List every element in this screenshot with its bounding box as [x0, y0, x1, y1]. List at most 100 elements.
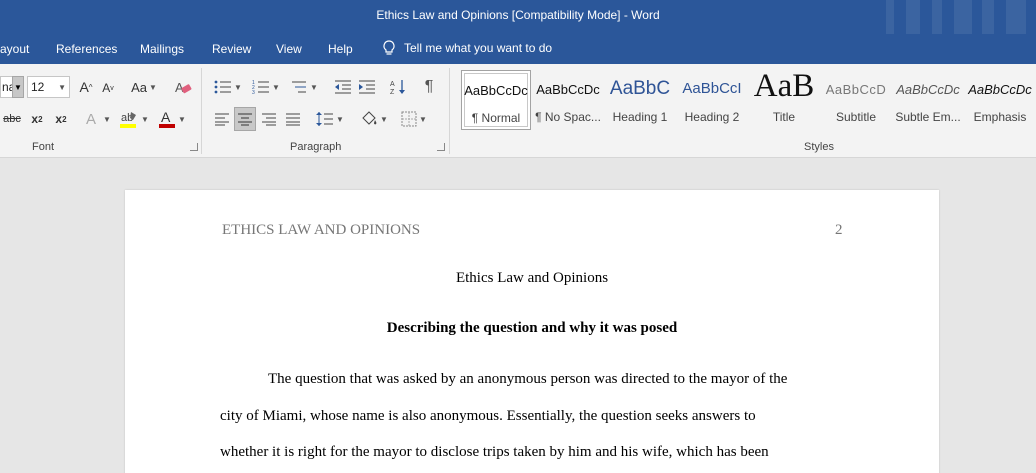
justify-button[interactable]: [283, 108, 303, 130]
chevron-down-icon: ▼: [310, 82, 318, 92]
align-right-button[interactable]: [259, 108, 279, 130]
chevron-down-icon: ▼: [14, 82, 22, 92]
subscript-button[interactable]: x2: [28, 108, 46, 130]
title-bar-pattern: [876, 0, 1036, 34]
subscript-icon: x: [31, 112, 39, 126]
superscript-button[interactable]: x2: [52, 108, 70, 130]
line-spacing-button[interactable]: ▼: [314, 108, 346, 130]
style-label: ¶ Normal: [471, 111, 521, 125]
tell-me-box[interactable]: Tell me what you want to do: [382, 40, 552, 56]
chevron-down-icon: ▼: [148, 82, 157, 92]
group-divider: [449, 68, 450, 154]
show-formatting-button[interactable]: ¶: [420, 76, 438, 98]
text-effects-button[interactable]: A: [80, 108, 102, 130]
shrink-font-icon: A: [102, 81, 111, 95]
page-number: 2: [835, 222, 843, 238]
tab-view[interactable]: View: [276, 42, 302, 56]
line-spacing-icon: [316, 112, 334, 126]
style-normal[interactable]: AaBbCcDc ¶ Normal: [461, 70, 531, 130]
paragraph-group-label: Paragraph: [290, 141, 342, 153]
tell-me-text: Tell me what you want to do: [404, 41, 553, 55]
tab-review[interactable]: Review: [212, 42, 251, 56]
multilevel-list-icon: [292, 81, 307, 93]
paragraph-dialog-launcher[interactable]: [437, 143, 445, 151]
svg-text:A: A: [390, 81, 395, 88]
borders-button[interactable]: ▼: [398, 108, 430, 130]
increase-indent-button[interactable]: [357, 76, 377, 98]
strikethrough-button[interactable]: abc: [0, 108, 24, 130]
style-title[interactable]: AaB Title: [749, 68, 819, 130]
bullet-list-icon: [214, 80, 232, 94]
multilevel-list-button[interactable]: ▼: [288, 76, 320, 98]
document-page[interactable]: ETHICS LAW AND OPINIONS 2 Ethics Law and…: [125, 190, 939, 473]
style-preview: AaBbCcDc: [464, 83, 528, 98]
paragraph-line: whether it is right for the mayor to dis…: [220, 444, 769, 460]
section-heading: Describing the question and why it was p…: [386, 320, 678, 336]
grow-font-icon: A: [79, 79, 89, 95]
highlighter-icon: ab: [120, 112, 137, 128]
style-no-spacing[interactable]: AaBbCcDc ¶ No Spac...: [533, 70, 603, 130]
sort-button[interactable]: A Z: [388, 76, 410, 98]
justify-icon: [286, 113, 300, 126]
style-label: Subtitle: [835, 110, 877, 124]
superscript-icon: x: [55, 112, 63, 126]
style-label: Emphasis: [973, 110, 1027, 124]
group-divider: [201, 68, 202, 154]
sort-icon: A Z: [390, 80, 405, 96]
style-preview: AaBbCcI: [682, 80, 742, 97]
style-emphasis[interactable]: AaBbCcDc Emphasis: [965, 70, 1035, 130]
bullets-button[interactable]: ▼: [212, 76, 244, 98]
style-subtle-emphasis[interactable]: AaBbCcDc Subtle Em...: [893, 70, 963, 130]
decrease-indent-button[interactable]: [333, 76, 353, 98]
text-effects-dropdown[interactable]: ▼: [102, 108, 111, 130]
svg-text:3: 3: [252, 90, 255, 95]
style-preview: AaBbCcDc: [536, 82, 600, 97]
style-heading-1[interactable]: AaBbC Heading 1: [605, 70, 675, 130]
shading-button[interactable]: ▼: [358, 108, 390, 130]
font-dialog-launcher[interactable]: [190, 143, 198, 151]
svg-text:A: A: [161, 110, 171, 125]
tab-help[interactable]: Help: [328, 42, 353, 56]
shrink-font-button[interactable]: Av: [100, 78, 116, 98]
grow-font-button[interactable]: A ^: [78, 76, 94, 98]
strikethrough-icon: abc: [3, 113, 21, 125]
align-center-button[interactable]: [234, 107, 256, 131]
chevron-down-icon: ▼: [178, 114, 186, 124]
style-label: Heading 1: [612, 110, 668, 124]
style-heading-2[interactable]: AaBbCcI Heading 2: [677, 70, 747, 130]
tab-mailings[interactable]: Mailings: [140, 42, 184, 56]
style-preview: AaBbCcDc: [896, 82, 960, 97]
font-color-button[interactable]: A ▼: [156, 108, 188, 130]
tab-layout[interactable]: ayout: [0, 42, 29, 56]
ribbon-tabs: ayout References Mailings Review View He…: [0, 34, 1036, 64]
styles-group-label: Styles: [804, 141, 834, 153]
styles-gallery: AaBbCcDc ¶ Normal AaBbCcDc ¶ No Spac... …: [458, 68, 1036, 132]
highlight-button[interactable]: ab ▼: [118, 108, 150, 130]
running-head: ETHICS LAW AND OPINIONS: [222, 222, 421, 238]
font-size-value: 12: [31, 80, 45, 94]
font-name-dropdown[interactable]: ▼: [12, 76, 24, 98]
font-group-label: Font: [32, 141, 55, 153]
decrease-indent-icon: [335, 80, 351, 94]
chevron-down-icon: ▼: [234, 82, 242, 92]
clear-formatting-button[interactable]: A: [172, 76, 194, 98]
align-left-button[interactable]: [212, 108, 232, 130]
tab-references[interactable]: References: [56, 42, 117, 56]
style-preview: AaB: [753, 68, 815, 104]
numbered-list-icon: 1 2 3: [252, 80, 270, 95]
lightbulb-icon: [383, 40, 395, 55]
chevron-down-icon: ▼: [336, 114, 344, 124]
numbering-button[interactable]: 1 2 3 ▼: [250, 76, 282, 98]
text-effects-icon: A: [85, 110, 96, 128]
paragraph-line: The question that was asked by an anonym…: [268, 371, 788, 387]
font-size-combo[interactable]: 12 ▼: [27, 76, 70, 98]
borders-icon: [401, 111, 417, 127]
change-case-button[interactable]: Aa ▼: [128, 76, 160, 98]
title-bar: Ethics Law and Opinions [Compatibility M…: [0, 0, 1036, 34]
style-subtitle[interactable]: AaBbCcD Subtitle: [821, 70, 891, 130]
paint-bucket-icon: [362, 111, 377, 125]
style-preview: AaBbCcDc: [968, 82, 1032, 97]
style-label: Heading 2: [684, 110, 740, 124]
ribbon: na ▼ 12 ▼ A ^ Av Aa ▼ A abc x2 x2 A ▼ ab ▼: [0, 64, 1036, 158]
svg-text:Z: Z: [390, 89, 395, 96]
